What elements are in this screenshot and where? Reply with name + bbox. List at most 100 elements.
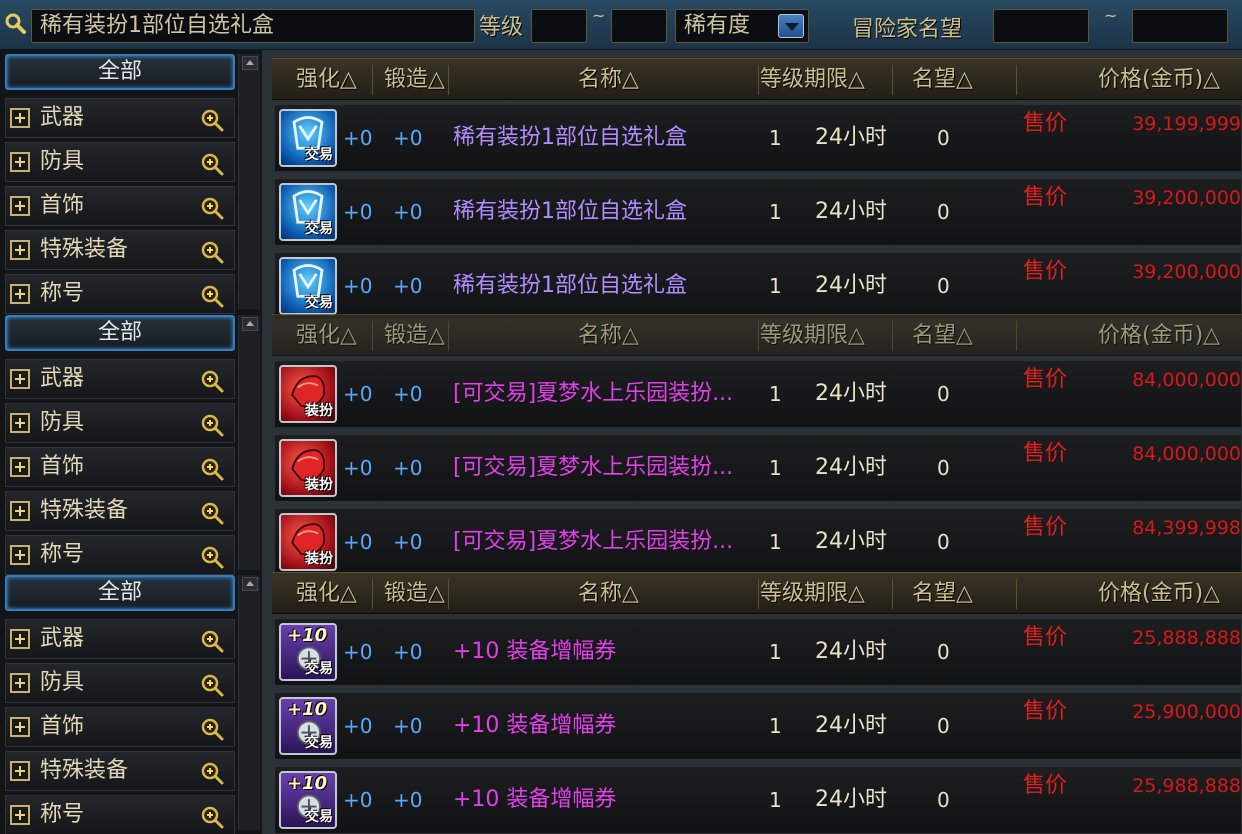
expand-plus-icon[interactable]: [10, 240, 30, 260]
rarity-select[interactable]: 稀有度: [675, 9, 809, 43]
costume-box-icon[interactable]: 装扮: [279, 513, 337, 571]
zoom-in-icon[interactable]: [200, 283, 224, 308]
sidebar-category-item[interactable]: 武器: [5, 359, 235, 399]
item-name[interactable]: 稀有装扮1部位自选礼盒: [453, 179, 753, 245]
zoom-in-icon[interactable]: [200, 368, 224, 393]
zoom-in-icon[interactable]: [200, 628, 224, 653]
listing-row[interactable]: 交易 +0 +0 稀有装扮1部位自选礼盒 1 24小时 0 售价 39,199,999: [274, 104, 1242, 172]
sidebar-category-item[interactable]: 武器: [5, 619, 235, 659]
expand-plus-icon[interactable]: [10, 501, 30, 521]
col-strengthen-header[interactable]: 强化△: [296, 573, 357, 615]
item-name[interactable]: [可交易]夏梦水上乐园装扮...: [453, 435, 753, 501]
trade-box-icon[interactable]: 交易: [279, 257, 337, 315]
expand-plus-icon[interactable]: [10, 369, 30, 389]
listing-row[interactable]: 装扮 +0 +0 [可交易]夏梦水上乐园装扮... 1 24小时 0 售价 84,000,000: [274, 360, 1242, 428]
scroll-up-icon[interactable]: [242, 577, 258, 591]
fame-max-input[interactable]: [1132, 9, 1228, 43]
item-name[interactable]: [可交易]夏梦水上乐园装扮...: [453, 361, 753, 427]
expand-plus-icon[interactable]: [10, 805, 30, 825]
zoom-in-icon[interactable]: [200, 107, 224, 132]
item-name[interactable]: [可交易]夏梦水上乐园装扮...: [453, 509, 753, 575]
sidebar-scrollbar[interactable]: [238, 315, 260, 570]
level-max-input[interactable]: [611, 9, 667, 43]
fame-min-input[interactable]: [993, 9, 1089, 43]
trade-box-icon[interactable]: 交易: [279, 183, 337, 241]
sidebar-category-item[interactable]: 首饰: [5, 447, 235, 487]
chevron-down-icon[interactable]: [778, 14, 804, 38]
col-name-header[interactable]: 名称△: [578, 315, 639, 357]
category-all-button[interactable]: 全部: [5, 315, 235, 351]
sidebar-category-item[interactable]: 防具: [5, 403, 235, 443]
category-all-button[interactable]: 全部: [5, 575, 235, 611]
amplify-ticket-icon[interactable]: +10 交易: [279, 771, 337, 829]
col-level-expire-header[interactable]: 等级期限△: [760, 315, 865, 357]
listing-row[interactable]: 装扮 +0 +0 [可交易]夏梦水上乐园装扮... 1 24小时 0 售价 84,399,998: [274, 508, 1242, 576]
expand-plus-icon[interactable]: [10, 108, 30, 128]
col-level-expire-header[interactable]: 等级期限△: [760, 573, 865, 615]
level-min-input[interactable]: [531, 9, 587, 43]
sidebar-category-item[interactable]: 防具: [5, 663, 235, 703]
sidebar-category-item[interactable]: 防具: [5, 142, 235, 182]
sidebar-category-item[interactable]: 首饰: [5, 186, 235, 226]
col-name-header[interactable]: 名称△: [578, 59, 639, 101]
item-name[interactable]: +10 装备增幅券: [453, 619, 753, 685]
expand-plus-icon[interactable]: [10, 673, 30, 693]
search-input[interactable]: 稀有装扮1部位自选礼盒: [31, 9, 475, 43]
zoom-in-icon[interactable]: [200, 804, 224, 829]
expand-plus-icon[interactable]: [10, 457, 30, 477]
sidebar-scrollbar[interactable]: [238, 575, 260, 830]
col-fame-header[interactable]: 名望△: [912, 59, 973, 101]
sidebar-category-item[interactable]: 特殊装备: [5, 491, 235, 531]
item-name[interactable]: 稀有装扮1部位自选礼盒: [453, 105, 753, 171]
zoom-in-icon[interactable]: [200, 760, 224, 785]
item-name[interactable]: +10 装备增幅券: [453, 693, 753, 759]
listing-row[interactable]: +10 交易 +0 +0 +10 装备增幅券 1 24小时 0 售价 25,988,888: [274, 766, 1242, 834]
col-fame-header[interactable]: 名望△: [912, 315, 973, 357]
listing-row[interactable]: 交易 +0 +0 稀有装扮1部位自选礼盒 1 24小时 0 售价 39,200,000: [274, 252, 1242, 320]
sidebar-category-item[interactable]: 称号: [5, 795, 235, 834]
sidebar-category-item[interactable]: 特殊装备: [5, 751, 235, 791]
item-name[interactable]: 稀有装扮1部位自选礼盒: [453, 253, 753, 319]
expand-plus-icon[interactable]: [10, 629, 30, 649]
expand-plus-icon[interactable]: [10, 413, 30, 433]
scroll-up-icon[interactable]: [242, 56, 258, 70]
zoom-in-icon[interactable]: [200, 716, 224, 741]
col-name-header[interactable]: 名称△: [578, 573, 639, 615]
zoom-in-icon[interactable]: [200, 500, 224, 525]
zoom-in-icon[interactable]: [200, 151, 224, 176]
listing-row[interactable]: +10 交易 +0 +0 +10 装备增幅券 1 24小时 0 售价 25,888,888: [274, 618, 1242, 686]
scroll-up-icon[interactable]: [242, 317, 258, 331]
col-forge-header[interactable]: 锻造△: [384, 573, 445, 615]
col-fame-header[interactable]: 名望△: [912, 573, 973, 615]
listing-row[interactable]: 装扮 +0 +0 [可交易]夏梦水上乐园装扮... 1 24小时 0 售价 84,000,000: [274, 434, 1242, 502]
zoom-in-icon[interactable]: [200, 195, 224, 220]
col-strengthen-header[interactable]: 强化△: [296, 59, 357, 101]
amplify-ticket-icon[interactable]: +10 交易: [279, 697, 337, 755]
col-forge-header[interactable]: 锻造△: [384, 315, 445, 357]
col-strengthen-header[interactable]: 强化△: [296, 315, 357, 357]
costume-box-icon[interactable]: 装扮: [279, 439, 337, 497]
sidebar-category-item[interactable]: 称号: [5, 535, 235, 575]
amplify-ticket-icon[interactable]: +10 交易: [279, 623, 337, 681]
category-all-button[interactable]: 全部: [5, 54, 235, 90]
expand-plus-icon[interactable]: [10, 761, 30, 781]
listing-row[interactable]: 交易 +0 +0 稀有装扮1部位自选礼盒 1 24小时 0 售价 39,200,000: [274, 178, 1242, 246]
expand-plus-icon[interactable]: [10, 196, 30, 216]
sidebar-category-item[interactable]: 特殊装备: [5, 230, 235, 270]
sidebar-category-item[interactable]: 称号: [5, 274, 235, 314]
col-level-expire-header[interactable]: 等级期限△: [760, 59, 865, 101]
search-icon[interactable]: [4, 12, 26, 34]
zoom-in-icon[interactable]: [200, 239, 224, 264]
expand-plus-icon[interactable]: [10, 545, 30, 565]
listing-row[interactable]: +10 交易 +0 +0 +10 装备增幅券 1 24小时 0 售价 25,900,000: [274, 692, 1242, 760]
item-name[interactable]: +10 装备增幅券: [453, 767, 753, 833]
expand-plus-icon[interactable]: [10, 284, 30, 304]
sidebar-category-item[interactable]: 武器: [5, 98, 235, 138]
expand-plus-icon[interactable]: [10, 717, 30, 737]
costume-box-icon[interactable]: 装扮: [279, 365, 337, 423]
sidebar-scrollbar[interactable]: [238, 54, 260, 309]
trade-box-icon[interactable]: 交易: [279, 109, 337, 167]
sidebar-category-item[interactable]: 首饰: [5, 707, 235, 747]
zoom-in-icon[interactable]: [200, 672, 224, 697]
zoom-in-icon[interactable]: [200, 412, 224, 437]
